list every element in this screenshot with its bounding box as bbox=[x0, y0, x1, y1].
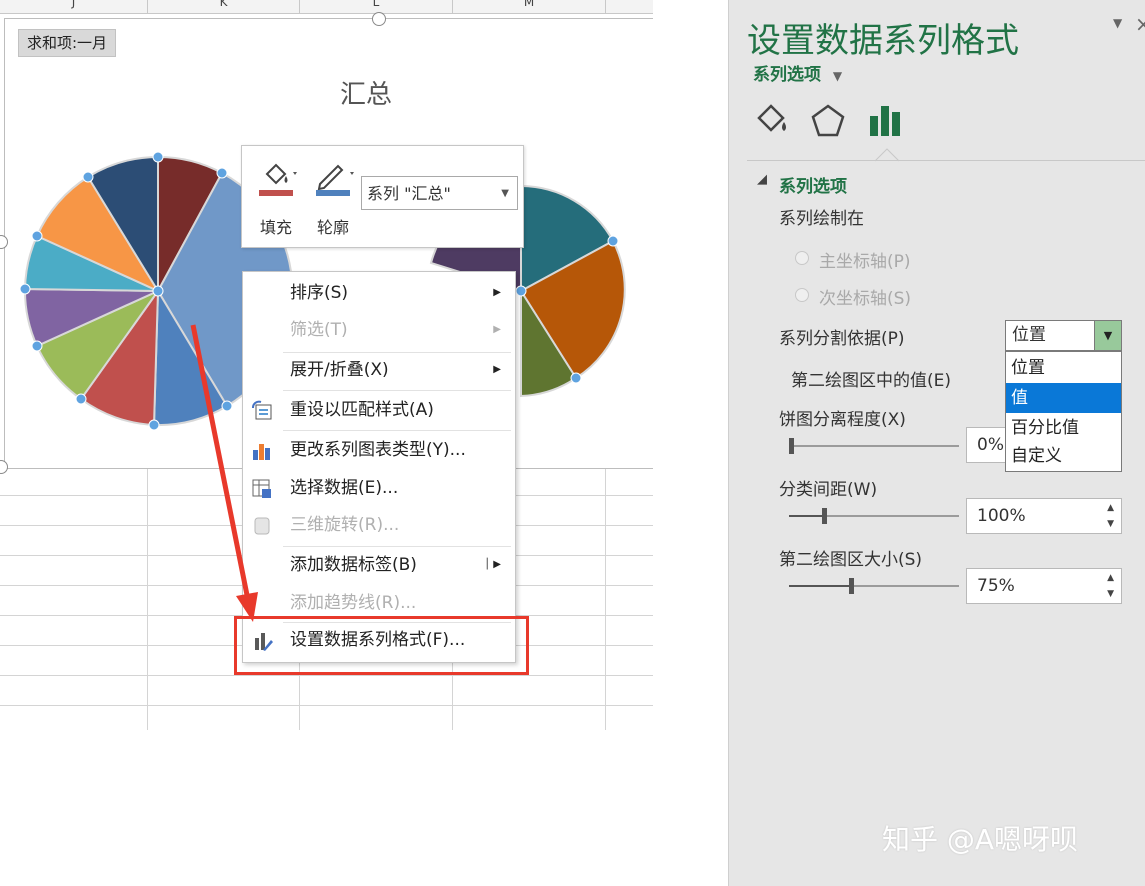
pie-explosion-label: 饼图分离程度(X) bbox=[779, 410, 906, 430]
column-header-j[interactable]: J bbox=[0, 0, 148, 14]
split-option[interactable]: 位置 bbox=[1006, 353, 1121, 383]
gap-width-input[interactable]: 100% ▲ ▼ bbox=[966, 498, 1122, 534]
primary-axis-radio[interactable] bbox=[795, 251, 809, 265]
outline-label: 轮廓 bbox=[316, 218, 349, 237]
effects-tab-icon[interactable] bbox=[809, 102, 847, 140]
submenu-arrow-icon: ▶ bbox=[493, 287, 501, 298]
grid-col-line bbox=[605, 467, 606, 730]
split-option[interactable]: 百分比值 bbox=[1006, 413, 1121, 443]
pane-options-chevron-icon[interactable]: ▼ bbox=[1113, 16, 1122, 30]
menu-item-reset-style[interactable]: 重设以匹配样式(A) bbox=[243, 393, 515, 427]
watermark: 知乎 @A嗯呀呗 bbox=[882, 823, 1079, 856]
second-plot-size-label: 第二绘图区大小(S) bbox=[779, 550, 923, 570]
pie-explosion-slider[interactable] bbox=[789, 445, 959, 447]
spin-up-icon[interactable]: ▲ bbox=[1107, 502, 1114, 514]
menu-item-label: 筛选(T) bbox=[290, 320, 348, 340]
menu-item-expand-collapse[interactable]: 展开/折叠(X) ▶ bbox=[243, 353, 515, 387]
grid-row-line bbox=[0, 675, 653, 676]
series-selector-value: 系列 "汇总" bbox=[367, 184, 451, 203]
annotation-highlight-box bbox=[234, 616, 529, 675]
menu-item-label: 添加数据标签(B) bbox=[290, 555, 417, 575]
split-series-by-label: 系列分割依据(P) bbox=[779, 329, 905, 349]
menu-item-add-trendline[interactable]: 添加趋势线(R)... bbox=[243, 586, 515, 620]
split-series-by-options: 位置 值 百分比值 自定义 bbox=[1005, 351, 1122, 472]
3d-rotation-icon bbox=[254, 517, 270, 535]
menu-item-sort[interactable]: 排序(S) ▶ bbox=[243, 276, 515, 310]
pane-title: 设置数据系列格式 bbox=[747, 21, 1019, 61]
menu-separator bbox=[283, 390, 511, 391]
chevron-down-icon: ▼ bbox=[832, 69, 843, 83]
select-data-icon bbox=[252, 479, 271, 498]
second-plot-size-slider-thumb[interactable] bbox=[849, 578, 854, 594]
gap-width-value: 100% bbox=[977, 506, 1026, 526]
series-options-dropdown[interactable]: 系列选项 ▼ bbox=[753, 60, 842, 85]
menu-item-select-data[interactable]: 选择数据(E)... bbox=[243, 471, 515, 505]
menu-item-label: 展开/折叠(X) bbox=[290, 360, 389, 380]
gap-width-slider-fill bbox=[789, 515, 824, 517]
menu-item-add-data-labels[interactable]: 添加数据标签(B) │ ▶ bbox=[243, 548, 515, 582]
menu-item-change-chart-type[interactable]: 更改系列图表类型(Y)... bbox=[243, 433, 515, 467]
mini-toolbar: 填充 轮廓 系列 "汇总" ▼ bbox=[241, 145, 524, 248]
column-header-k[interactable]: K bbox=[148, 0, 300, 14]
menu-item-filter[interactable]: 筛选(T) ▶ bbox=[243, 313, 515, 347]
context-menu: 排序(S) ▶ 筛选(T) ▶ 展开/折叠(X) ▶ 重设以匹配样式(A) 更改… bbox=[242, 271, 516, 663]
pivot-field-button[interactable]: 求和项:一月 bbox=[18, 29, 117, 57]
pane-divider bbox=[747, 160, 1145, 161]
pen-icon bbox=[316, 164, 354, 196]
menu-item-label: 添加趋势线(R)... bbox=[290, 593, 417, 613]
menu-item-label: 三维旋转(R)... bbox=[290, 515, 400, 535]
menu-separator bbox=[283, 430, 511, 431]
second-plot-size-input[interactable]: 75% ▲ ▼ bbox=[966, 568, 1122, 604]
second-plot-size-slider-fill bbox=[789, 585, 851, 587]
secondary-axis-label: 次坐标轴(S) bbox=[819, 289, 912, 309]
menu-item-label: 排序(S) bbox=[290, 283, 349, 303]
pie-explosion-value: 0% bbox=[977, 435, 1004, 455]
submenu-arrow-icon: │ ▶ bbox=[484, 559, 501, 570]
primary-axis-label: 主坐标轴(P) bbox=[819, 252, 911, 272]
chart-resize-handle[interactable] bbox=[372, 12, 386, 26]
menu-item-3d-rotation[interactable]: 三维旋转(R)... bbox=[243, 508, 515, 542]
secondary-axis-radio[interactable] bbox=[795, 288, 809, 302]
close-icon[interactable]: × bbox=[1135, 12, 1145, 36]
spin-up-icon[interactable]: ▲ bbox=[1107, 572, 1114, 584]
grid-row-line bbox=[0, 705, 653, 706]
column-header-m[interactable]: M bbox=[453, 0, 606, 14]
menu-item-label: 选择数据(E)... bbox=[290, 478, 399, 498]
gap-width-slider-thumb[interactable] bbox=[822, 508, 827, 524]
split-series-by-select[interactable]: 位置 ▼ bbox=[1005, 320, 1122, 351]
chart-title[interactable]: 汇总 bbox=[340, 74, 392, 111]
grid-col-line bbox=[147, 467, 148, 730]
pie-explosion-slider-thumb[interactable] bbox=[789, 438, 794, 454]
menu-item-label: 更改系列图表类型(Y)... bbox=[290, 440, 466, 460]
menu-item-label: 重设以匹配样式(A) bbox=[290, 400, 434, 420]
split-option-highlighted[interactable]: 值 bbox=[1006, 383, 1121, 413]
spin-down-icon[interactable]: ▼ bbox=[1107, 518, 1114, 530]
split-option[interactable]: 自定义 bbox=[1006, 441, 1121, 471]
fill-line-tab-icon[interactable] bbox=[753, 102, 791, 140]
chevron-down-icon: ▼ bbox=[501, 188, 509, 199]
submenu-arrow-icon: ▶ bbox=[493, 324, 501, 335]
reset-style-icon bbox=[252, 400, 272, 420]
menu-separator bbox=[283, 546, 511, 547]
fill-label: 填充 bbox=[259, 218, 292, 237]
change-chart-type-icon bbox=[253, 444, 270, 460]
outline-button[interactable]: 轮廓 bbox=[310, 156, 356, 237]
section-header-series-options[interactable]: 系列选项 bbox=[779, 172, 847, 197]
chevron-down-icon[interactable]: ▼ bbox=[1094, 321, 1121, 350]
paint-bucket-icon bbox=[259, 163, 297, 196]
collapse-triangle-icon[interactable]: ◢ bbox=[757, 172, 767, 187]
series-options-tab-icon[interactable] bbox=[867, 102, 905, 140]
series-selector-dropdown[interactable]: 系列 "汇总" ▼ bbox=[361, 176, 518, 210]
column-header-n[interactable] bbox=[606, 0, 653, 14]
submenu-arrow-icon: ▶ bbox=[493, 364, 501, 375]
chart-resize-handle[interactable] bbox=[0, 460, 8, 474]
values-in-second-plot-label: 第二绘图区中的值(E) bbox=[791, 371, 952, 391]
plot-series-on-label: 系列绘制在 bbox=[779, 209, 864, 229]
second-plot-size-value: 75% bbox=[977, 576, 1015, 596]
gap-width-label: 分类间距(W) bbox=[779, 480, 878, 500]
series-options-label: 系列选项 bbox=[753, 65, 821, 85]
fill-button[interactable]: 填充 bbox=[253, 156, 299, 237]
spin-down-icon[interactable]: ▼ bbox=[1107, 588, 1114, 600]
split-series-by-value: 位置 bbox=[1012, 325, 1046, 345]
